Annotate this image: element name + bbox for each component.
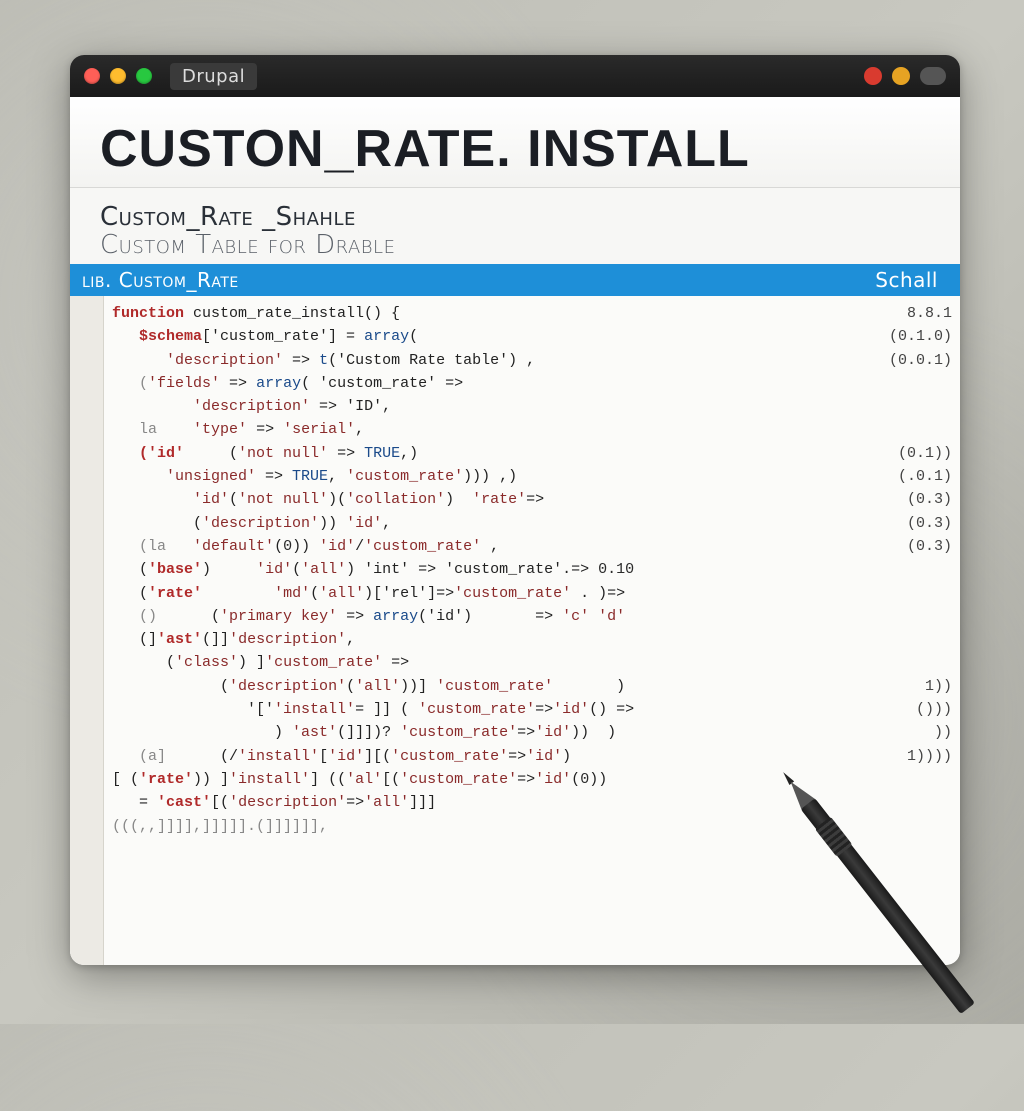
side-annotation: (.0.1) (889, 465, 952, 488)
side-annotation: (0.3) (889, 535, 952, 558)
section-bar: lib. Custom_Rate Schall (70, 264, 960, 296)
code-line[interactable]: ('id' ('not null' => TRUE,) (112, 442, 950, 465)
code-editor[interactable]: 8.8.1(0.1.0)(0.0.1)(0.1))(.0.1)(0.3)(0.3… (70, 296, 960, 965)
code-line[interactable]: (]'ast'(]]'description', (112, 628, 950, 651)
side-annotation (889, 605, 952, 628)
side-annotation: (0.3) (889, 512, 952, 535)
side-annotation: )) (889, 721, 952, 744)
code-line[interactable]: (la 'default'(0)) 'id'/'custom_rate' , (112, 535, 950, 558)
side-annotation (889, 582, 952, 605)
traffic-lights (84, 68, 152, 84)
side-annotation (889, 768, 952, 791)
code-line[interactable]: 'unsigned' => TRUE, 'custom_rate'))) ,) (112, 465, 950, 488)
side-annotation (889, 791, 952, 814)
editor-window: Drupal CUSTON_RATE. INSTALL Custom_Rate … (70, 55, 960, 965)
code-line[interactable]: ('description')) 'id', (112, 512, 950, 535)
side-annotation: ())) (889, 698, 952, 721)
code-line[interactable]: $schema['custom_rate'] = array( (112, 325, 950, 348)
code-line[interactable]: () ('primary key' => array('id') => 'c' … (112, 605, 950, 628)
code-line[interactable]: ('base') 'id'('all') 'int' => 'custom_ra… (112, 558, 950, 581)
code-line[interactable]: '[''install'= ]] ( 'custom_rate'=>'id'()… (112, 698, 950, 721)
side-annotation (889, 418, 952, 441)
side-annotation (889, 558, 952, 581)
code-line[interactable]: ('class') ]'custom_rate' => (112, 651, 950, 674)
subheader: Custom_Rate _Shahle Custom Table for Dra… (70, 188, 960, 264)
side-annotation: 1)) (889, 675, 952, 698)
minimize-icon[interactable] (110, 68, 126, 84)
status-dot-amber (892, 67, 910, 85)
side-annotation (889, 651, 952, 674)
status-pill (920, 67, 946, 85)
code-content[interactable]: 8.8.1(0.1.0)(0.0.1)(0.1))(.0.1)(0.3)(0.3… (104, 296, 960, 965)
section-bar-right: Schall (875, 268, 938, 292)
code-line[interactable]: 'description' => 'ID', (112, 395, 950, 418)
side-annotation: (0.0.1) (889, 349, 952, 372)
zoom-icon[interactable] (136, 68, 152, 84)
code-line[interactable]: (a] (/'install'['id'][('custom_rate'=>'i… (112, 745, 950, 768)
app-label: Drupal (170, 63, 257, 90)
line-gutter (70, 296, 104, 965)
code-line[interactable]: ('rate' 'md'('all')['rel']=>'custom_rate… (112, 582, 950, 605)
side-annotation (889, 372, 952, 395)
code-line[interactable]: ('fields' => array( 'custom_rate' => (112, 372, 950, 395)
close-icon[interactable] (84, 68, 100, 84)
side-annotation: 8.8.1 (889, 302, 952, 325)
side-annotation (889, 395, 952, 418)
side-annotation: (0.1.0) (889, 325, 952, 348)
code-line[interactable]: [ ('rate')) ]'install'] (('al'[('custom_… (112, 768, 950, 791)
section-bar-left: lib. Custom_Rate (82, 268, 239, 292)
code-line[interactable]: ) 'ast'(]]])? 'custom_rate'=>'id')) ) (112, 721, 950, 744)
code-line[interactable]: function custom_rate_install() { (112, 302, 950, 325)
subheader-line-2: Custom Table for Drable (100, 230, 930, 260)
subheader-line-1: Custom_Rate _Shahle (100, 202, 930, 232)
code-line[interactable]: (((,,]]]],]]]]].(]]]]]], (112, 815, 950, 838)
titlebar: Drupal (70, 55, 960, 97)
side-annotation: (0.3) (889, 488, 952, 511)
side-annotations: 8.8.1(0.1.0)(0.0.1)(0.1))(.0.1)(0.3)(0.3… (889, 302, 952, 815)
file-header: CUSTON_RATE. INSTALL (70, 97, 960, 188)
side-annotation (889, 628, 952, 651)
code-line[interactable]: ('description'('all'))] 'custom_rate' ) (112, 675, 950, 698)
status-dot-red (864, 67, 882, 85)
side-annotation: (0.1)) (889, 442, 952, 465)
code-line[interactable]: 'id'('not null')('collation') 'rate'=> (112, 488, 950, 511)
file-title: CUSTON_RATE. INSTALL (100, 119, 930, 179)
code-line[interactable]: 'description' => t('Custom Rate table') … (112, 349, 950, 372)
code-line[interactable]: la 'type' => 'serial', (112, 418, 950, 441)
code-line[interactable]: = 'cast'[('description'=>'all']]] (112, 791, 950, 814)
side-annotation: 1)))) (889, 745, 952, 768)
window-indicators (864, 67, 946, 85)
